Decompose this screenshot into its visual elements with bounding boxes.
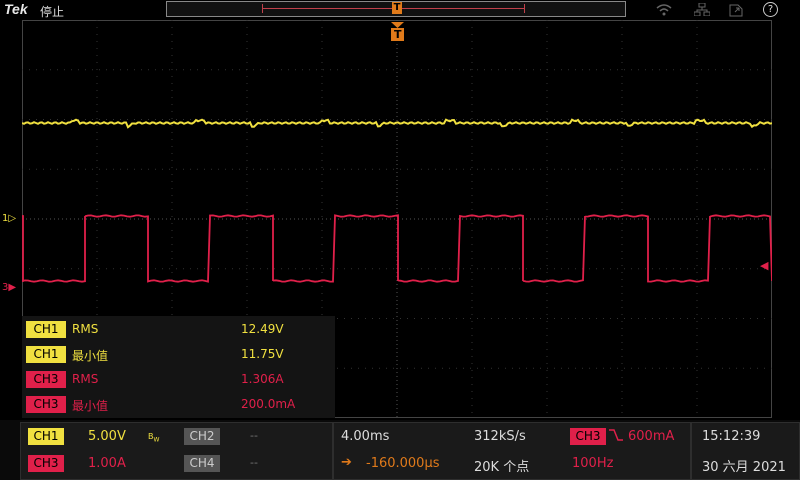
network-icon[interactable] <box>693 2 711 20</box>
measurement-channel-badge: CH3 <box>26 371 66 388</box>
ch3-marker-arrow-icon: ▶ <box>8 282 17 293</box>
ch2-scale: -- <box>250 429 258 442</box>
ch1-scale[interactable]: 5.00V <box>88 429 126 444</box>
measurement-value: 11.75V <box>241 347 284 361</box>
measurement-row[interactable]: CH3 最小值 200.0mA <box>26 394 331 414</box>
bandwidth-limit-icon: BW <box>148 432 160 444</box>
ch1-ground-marker[interactable]: 1▷ <box>2 213 16 224</box>
measurement-name: RMS <box>72 322 99 336</box>
measurement-row[interactable]: CH1 最小值 11.75V <box>26 344 331 364</box>
measurement-name: 最小值 <box>72 349 109 363</box>
measurement-name: 最小值 <box>72 399 109 413</box>
help-icon[interactable]: ? <box>763 2 778 17</box>
measurement-channel-badge: CH1 <box>26 346 66 363</box>
wifi-icon[interactable] <box>656 3 672 20</box>
trigger-frequency: 100Hz <box>572 456 614 471</box>
measurement-panel: CH1 RMS 12.49V CH1 最小值 11.75V CH3 RMS 1.… <box>22 316 335 418</box>
trigger-source-badge[interactable]: CH3 <box>570 428 606 445</box>
brand-logo: Tek <box>4 1 28 17</box>
delay-arrow-icon: ➔ <box>341 455 352 470</box>
run-state-label[interactable]: 停止 <box>40 3 64 20</box>
ch3-badge[interactable]: CH3 <box>28 455 64 472</box>
trigger-position-marker[interactable]: T <box>391 22 404 42</box>
measurement-channel-badge: CH1 <box>26 321 66 338</box>
measurement-channel-badge: CH3 <box>26 396 66 413</box>
ch3-scale[interactable]: 1.00A <box>88 456 126 471</box>
ch3-ground-marker[interactable]: 3▶ <box>2 282 16 293</box>
trigger-level-marker[interactable]: ◀ <box>760 259 768 272</box>
trigger-marker-label: T <box>394 28 402 41</box>
record-length[interactable]: 20K 个点 <box>474 456 529 475</box>
measurement-value: 12.49V <box>241 322 284 336</box>
status-bar: Tek 停止 T ? <box>0 0 800 20</box>
ch1-badge[interactable]: CH1 <box>28 428 64 445</box>
clock-date: 30 六月 2021 <box>702 460 786 475</box>
measurement-name: RMS <box>72 372 99 386</box>
sample-rate[interactable]: 312kS/s <box>474 429 526 444</box>
horizontal-delay[interactable]: -160.000µs <box>366 456 440 471</box>
trigger-level[interactable]: 600mA <box>628 429 674 444</box>
measurement-row[interactable]: CH1 RMS 12.49V <box>26 319 331 339</box>
file-icon[interactable] <box>729 3 743 21</box>
falling-edge-icon <box>608 427 624 447</box>
record-window-left <box>262 4 263 13</box>
measurement-value: 1.306A <box>241 372 284 386</box>
measurement-value: 200.0mA <box>241 397 296 411</box>
ch4-badge[interactable]: CH4 <box>184 455 220 472</box>
vertical-settings-panel <box>20 422 333 480</box>
record-trigger-marker: T <box>392 2 402 14</box>
ch4-scale: -- <box>250 456 258 469</box>
ch1-marker-arrow-icon: ▷ <box>8 213 17 224</box>
ch2-badge[interactable]: CH2 <box>184 428 220 445</box>
time-per-division[interactable]: 4.00ms <box>341 429 389 444</box>
record-window-right <box>524 4 525 13</box>
measurement-row[interactable]: CH3 RMS 1.306A <box>26 369 331 389</box>
clock-time: 15:12:39 <box>702 429 761 444</box>
